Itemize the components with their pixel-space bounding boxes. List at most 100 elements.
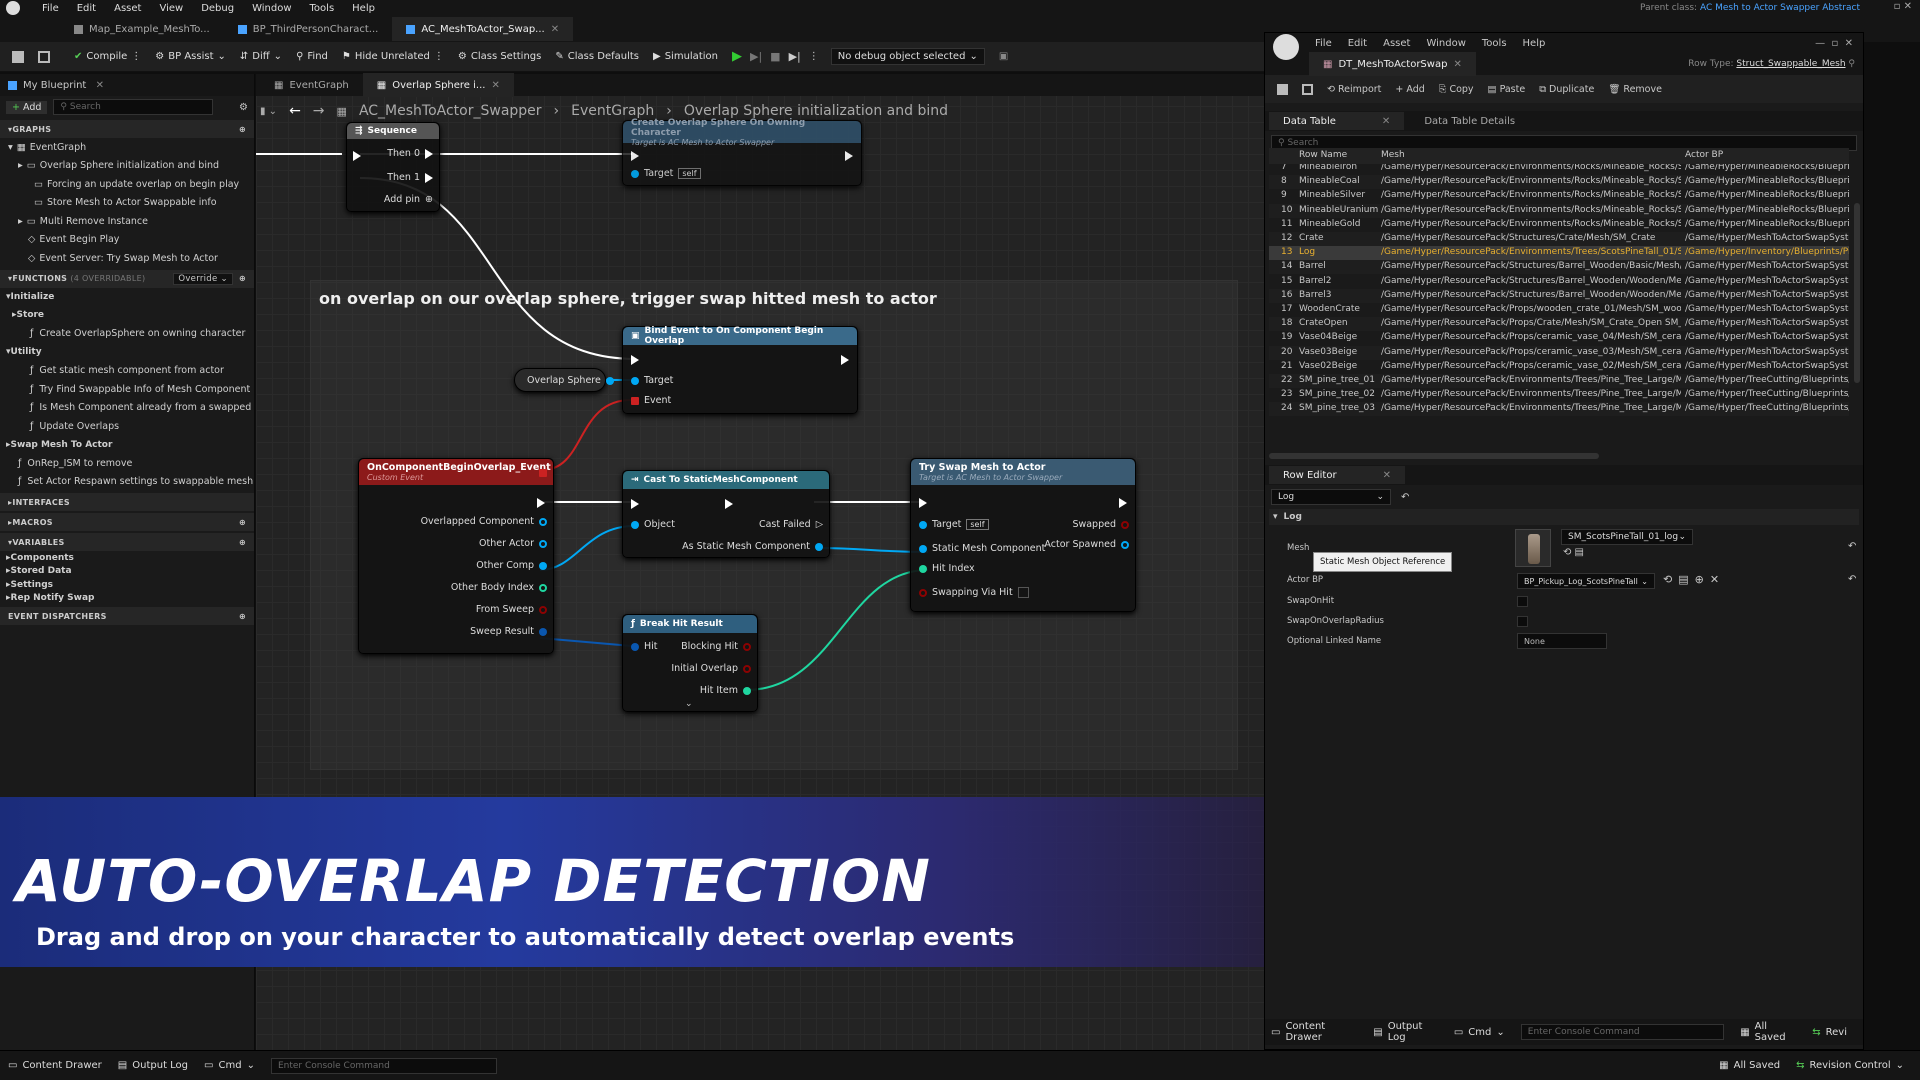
- object-pin[interactable]: [919, 544, 927, 553]
- event-dispatchers-header[interactable]: EVENT DISPATCHERS ⊕: [0, 607, 254, 625]
- swap-on-hit-checkbox[interactable]: [1517, 596, 1528, 607]
- bool-pin[interactable]: [919, 588, 927, 597]
- graph-item-forcing-update[interactable]: ▭ Forcing an update overlap on begin play: [0, 175, 254, 194]
- table-row[interactable]: 18 CrateOpen/Game/Hyper/ResourcePack/Prop…: [1269, 317, 1849, 332]
- add-icon[interactable]: ⊕: [239, 612, 246, 621]
- int-pin[interactable]: [919, 564, 927, 573]
- table-row[interactable]: 20 Vase03Beige/Game/Hyper/ResourcePack/Pr…: [1269, 345, 1849, 360]
- vertical-scrollbar[interactable]: [1854, 203, 1860, 383]
- revision-control-button[interactable]: ⇆ Revision Control ⌄: [1796, 1060, 1904, 1071]
- mesh-thumbnail[interactable]: [1515, 529, 1551, 567]
- dt-content-drawer-button[interactable]: ▭ Content Drawer: [1271, 1021, 1357, 1043]
- object-pin[interactable]: [539, 517, 547, 526]
- find-button[interactable]: ⚲ Find: [296, 51, 328, 62]
- row-type-value[interactable]: Struct_Swappable_Mesh: [1736, 59, 1845, 69]
- dt-revision-button[interactable]: ⇆ Revi: [1812, 1027, 1847, 1038]
- tab-map-example[interactable]: Map_Example_MeshTo...: [60, 17, 224, 41]
- delegate-pin[interactable]: [631, 396, 639, 405]
- remove-button[interactable]: 🗑 Remove: [1608, 84, 1662, 95]
- sequence-node[interactable]: ⇶ Sequence Then 0 Then 1 Add pin ⊕: [346, 122, 440, 212]
- table-row[interactable]: 9 MineableSilver/Game/Hyper/ResourcePack/…: [1269, 189, 1849, 204]
- dt-menu-edit[interactable]: Edit: [1348, 38, 1367, 49]
- bool-pin[interactable]: [743, 642, 751, 651]
- reset-arrow-icon[interactable]: ↶: [1401, 492, 1409, 503]
- dt-cmd-button[interactable]: ▭ Cmd ⌄: [1454, 1027, 1505, 1038]
- add-icon[interactable]: ⊕: [239, 518, 246, 527]
- hide-unrelated-button[interactable]: ⚑ Hide Unrelated ⋮: [342, 51, 444, 62]
- column-header-row-name[interactable]: Row Name: [1299, 150, 1347, 160]
- table-row[interactable]: 8 MineableCoal/Game/Hyper/ResourcePack/En…: [1269, 175, 1849, 190]
- search-input[interactable]: ⚲ Search: [53, 99, 214, 115]
- table-row[interactable]: 13 Log/Game/Hyper/ResourcePack/Environmen…: [1269, 246, 1849, 261]
- add-pin-label[interactable]: Add pin: [384, 194, 420, 205]
- checkbox[interactable]: [1017, 587, 1029, 598]
- save-icon[interactable]: [12, 50, 24, 63]
- actor-bp-picker[interactable]: BP_Pickup_Log_ScotsPineTall ⌄: [1517, 573, 1655, 589]
- cast-static-mesh-node[interactable]: ⇥ Cast To StaticMeshComponent Object Cast…: [622, 470, 830, 558]
- exec-in-pin[interactable]: [631, 355, 639, 365]
- gear-icon[interactable]: ⚙: [239, 102, 248, 113]
- add-icon[interactable]: ⊕: [239, 274, 246, 283]
- int-pin[interactable]: [743, 686, 751, 695]
- object-pin[interactable]: [605, 376, 614, 385]
- paste-button[interactable]: ▤ Paste: [1488, 84, 1526, 95]
- menu-asset[interactable]: Asset: [114, 3, 141, 14]
- function-try-find[interactable]: ƒ Try Find Swappable Info of Mesh Compone…: [0, 380, 254, 399]
- table-row[interactable]: 16 Barrel3/Game/Hyper/ResourcePack/Struct…: [1269, 288, 1849, 303]
- browse-icon[interactable]: [38, 50, 50, 63]
- variables-section-header[interactable]: ▾ VARIABLES ⊕: [0, 533, 254, 551]
- class-defaults-button[interactable]: ✎ Class Defaults: [555, 51, 639, 62]
- reset-arrow-icon[interactable]: ↶: [1848, 541, 1856, 552]
- add-icon[interactable]: ⊕: [239, 125, 246, 134]
- copy-button[interactable]: ⎘ Copy: [1439, 84, 1474, 95]
- object-pin[interactable]: [1121, 540, 1129, 549]
- tab-mesh-to-actor[interactable]: AC_MeshToActor_Swap... ✕: [392, 17, 574, 41]
- exec-out-pin[interactable]: [537, 498, 545, 508]
- linked-name-input[interactable]: None: [1517, 633, 1607, 649]
- table-row[interactable]: 14 Barrel/Game/Hyper/ResourcePack/Structu…: [1269, 260, 1849, 275]
- object-pin[interactable]: [815, 542, 823, 551]
- dt-menu-help[interactable]: Help: [1523, 38, 1546, 49]
- object-pin[interactable]: [919, 520, 927, 529]
- close-icon[interactable]: ✕: [96, 80, 104, 91]
- graph-item-begin-play[interactable]: ◇ Event Begin Play: [0, 231, 254, 250]
- var-category-settings[interactable]: ▸ Settings: [0, 578, 254, 592]
- close-icon[interactable]: ✕: [551, 24, 559, 35]
- int-pin[interactable]: [539, 583, 547, 592]
- unreal-logo-icon[interactable]: [1273, 34, 1299, 60]
- all-saved-button[interactable]: ▦ All Saved: [1719, 1060, 1780, 1071]
- close-icon[interactable]: ✕: [1383, 470, 1391, 481]
- browse-use-icons[interactable]: ⟲ ▤: [1563, 547, 1584, 558]
- overlap-sphere-variable[interactable]: Overlap Sphere: [514, 368, 614, 392]
- struct-pin[interactable]: [631, 642, 639, 651]
- table-row[interactable]: 15 Barrel2/Game/Hyper/ResourcePack/Struct…: [1269, 274, 1849, 289]
- tab-third-person[interactable]: BP_ThirdPersonCharact...: [224, 17, 393, 41]
- close-icon[interactable]: ✕: [1382, 116, 1390, 127]
- dt-menu-window[interactable]: Window: [1426, 38, 1465, 49]
- table-row[interactable]: 7 MineableIron/Game/Hyper/ResourcePack/En…: [1269, 164, 1849, 175]
- add-button[interactable]: + Add: [6, 100, 48, 114]
- exec-in-pin[interactable]: [631, 499, 639, 509]
- diff-button[interactable]: ⇵ Diff ⌄: [240, 51, 282, 62]
- play-icon[interactable]: ▶: [732, 49, 742, 64]
- function-update-overlaps[interactable]: ƒ Update Overlaps: [0, 417, 254, 436]
- class-settings-button[interactable]: ⚙ Class Settings: [458, 51, 541, 62]
- graph-item-server-swap[interactable]: ◇ Event Server: Try Swap Mesh to Actor: [0, 249, 254, 268]
- expand-chevron-icon[interactable]: ⌄: [685, 699, 693, 709]
- search-icon[interactable]: ⚲: [1848, 59, 1855, 69]
- parent-class-value[interactable]: AC Mesh to Actor Swapper Abstract: [1700, 3, 1860, 13]
- table-row[interactable]: 12 Crate/Game/Hyper/ResourcePack/Structur…: [1269, 232, 1849, 246]
- table-row[interactable]: 24 SM_pine_tree_03/Game/Hyper/ResourcePac…: [1269, 402, 1849, 417]
- macros-section-header[interactable]: ▸ MACROS ⊕: [0, 513, 254, 531]
- function-get-mesh[interactable]: ƒ Get static mesh component from actor: [0, 362, 254, 381]
- simulation-button[interactable]: ▶ Simulation: [653, 51, 718, 62]
- function-create-overlap[interactable]: ƒ Create OverlapSphere on owning characte…: [0, 325, 254, 344]
- exec-in-pin[interactable]: [353, 151, 361, 161]
- bool-pin[interactable]: [743, 664, 751, 673]
- exec-out-hollow-pin[interactable]: ▷: [816, 519, 823, 530]
- delegate-out-pin[interactable]: [539, 469, 547, 477]
- reset-arrow-icon[interactable]: ↶: [1848, 574, 1856, 585]
- menu-view[interactable]: View: [159, 3, 183, 14]
- table-row[interactable]: 17 WoodenCrate/Game/Hyper/ResourcePack/Pr…: [1269, 303, 1849, 317]
- event-graph-item[interactable]: ▾ ▦ EventGraph: [0, 138, 254, 157]
